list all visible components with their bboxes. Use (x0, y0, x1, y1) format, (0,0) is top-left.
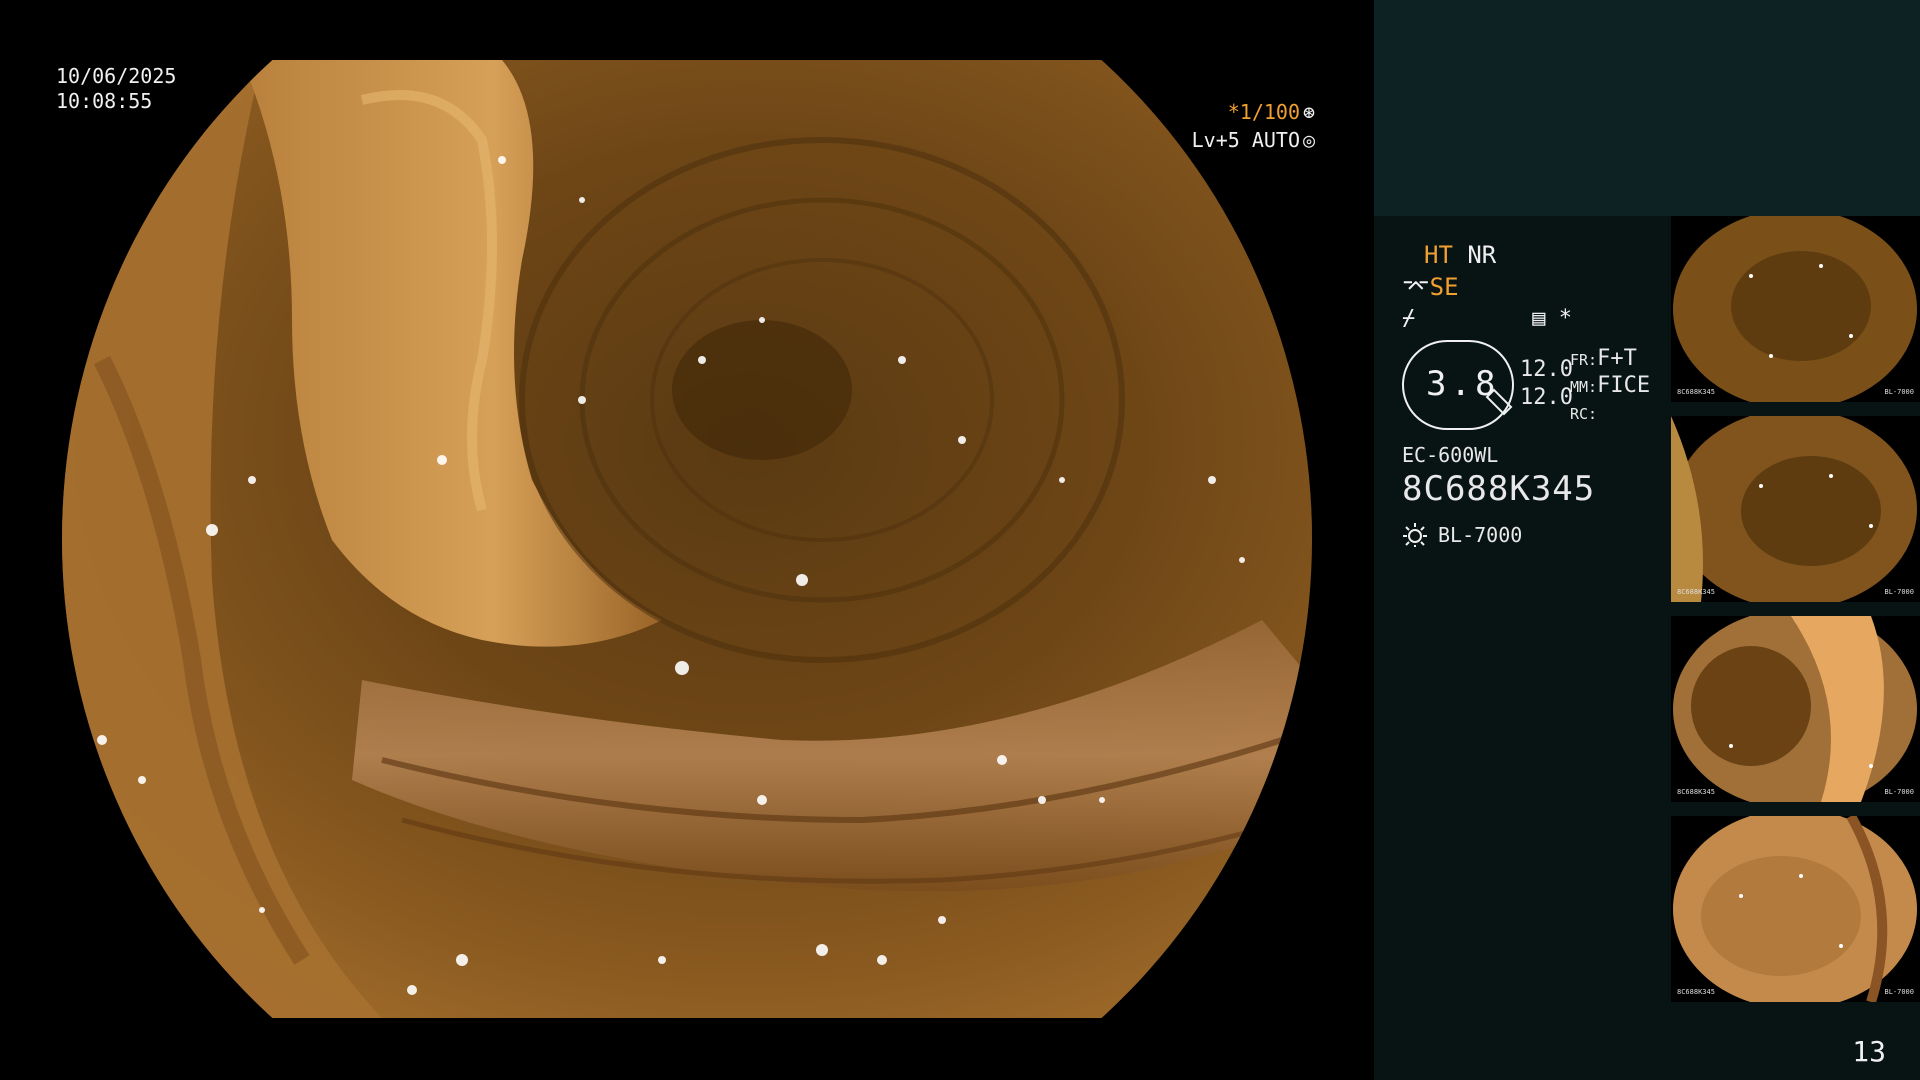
zoom-bottom: 12.0 (1520, 385, 1573, 410)
light-source-label: BL-7000 (1438, 523, 1523, 547)
scope-model: EC-600WL (1402, 443, 1499, 467)
thumbnail-2[interactable]: 8C688K345 BL-7000 (1671, 416, 1920, 602)
color-enhance-icon: ⌿ (1402, 306, 1416, 331)
time-label: 10:08:55 (56, 89, 153, 113)
brightness-level: Lv+5 AUTO (1191, 128, 1300, 152)
shutter-speed: *1/100 (1227, 100, 1300, 124)
fr-value: F+T (1597, 346, 1637, 371)
light-source-row: BL-7000 (1402, 520, 1702, 550)
star-indicator: * (1558, 306, 1572, 331)
image-counter: 13 (1852, 1035, 1886, 1068)
ht-indicator: HT (1424, 241, 1453, 269)
structure-enhance-icon: ⌤ (1402, 273, 1430, 301)
processor-info: HT NR ⌤SE ⌿ ▤ * 3.8 12.0 12.0 FR:F+T MM:… (1402, 240, 1702, 550)
panel-header-area (1374, 0, 1920, 216)
thumb-source: BL-7000 (1884, 788, 1914, 796)
scope-serial: 8C688K345 (1402, 469, 1596, 509)
endoscope-image (62, 60, 1312, 1018)
date-label: 10/06/2025 (56, 64, 177, 88)
nr-indicator: NR (1467, 241, 1497, 269)
thumb-serial: 8C688K345 (1677, 388, 1715, 396)
datetime-overlay: 10/06/2025 10:08:55 (56, 64, 176, 114)
endoscope-view: 10/06/2025 10:08:55 *1/100 ⊛ Lv+5 AUTO ◎ (0, 0, 1372, 1080)
mode-list: FR:F+T MM:FICE RC: (1570, 346, 1650, 427)
fr-label: FR: (1570, 351, 1598, 369)
rc-label: RC: (1570, 405, 1598, 423)
endoscopy-screen: 10/06/2025 10:08:55 *1/100 ⊛ Lv+5 AUTO ◎ H… (0, 0, 1920, 1080)
thumbnail-4[interactable]: 8C688K345 BL-7000 (1671, 816, 1920, 1002)
thumb-source: BL-7000 (1884, 988, 1914, 996)
thumb-serial: 8C688K345 (1677, 988, 1715, 996)
thumbnail-strip: 8C688K345 BL-7000 8C688K345 BL-7000 8C68… (1671, 216, 1920, 1016)
thumb-source: BL-7000 (1884, 388, 1914, 396)
settings-panel-icon: ▤ (1532, 306, 1546, 331)
zoom-top: 12.0 (1520, 357, 1573, 382)
thumb-serial: 8C688K345 (1677, 588, 1715, 596)
mm-label: MM: (1570, 378, 1598, 396)
thumb-serial: 8C688K345 (1677, 788, 1715, 796)
thumb-source: BL-7000 (1884, 588, 1914, 596)
mm-value: FICE (1597, 373, 1651, 398)
thumbnail-3[interactable]: 8C688K345 BL-7000 (1671, 616, 1920, 802)
thumbnail-1[interactable]: 8C688K345 BL-7000 (1671, 216, 1920, 402)
exposure-settings: *1/100 ⊛ Lv+5 AUTO ◎ (1192, 98, 1318, 154)
auto-iris-icon: ◎ (1302, 128, 1316, 152)
zoom-values: 12.0 12.0 (1520, 356, 1573, 412)
se-indicator: SE (1429, 273, 1459, 301)
lamp-icon (1403, 523, 1427, 547)
shutter-icon: ⊛ (1302, 100, 1316, 124)
info-panel: HT NR ⌤SE ⌿ ▤ * 3.8 12.0 12.0 FR:F+T MM:… (1374, 0, 1920, 1080)
magnification-gauge: 3.8 12.0 12.0 FR:F+T MM:FICE RC: (1402, 340, 1702, 436)
